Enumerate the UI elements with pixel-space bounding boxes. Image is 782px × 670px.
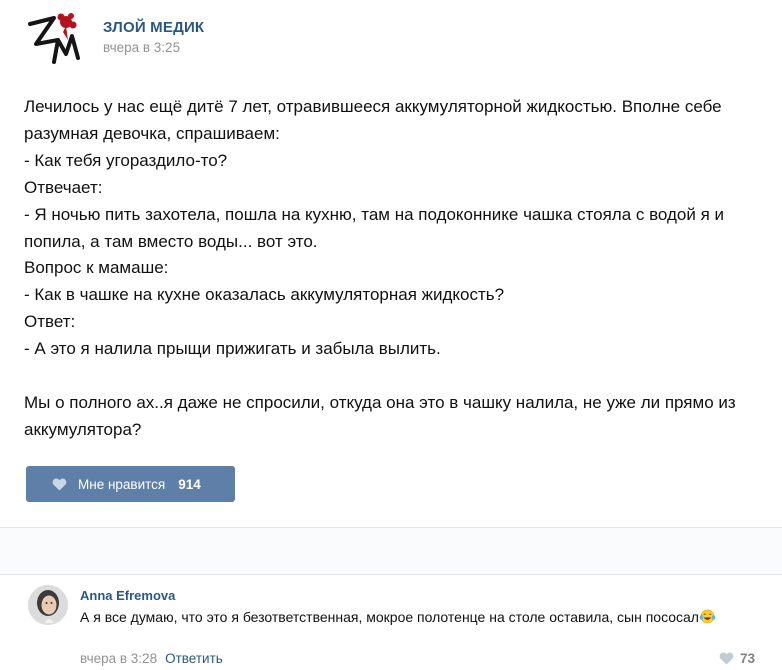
post-timestamp[interactable]: вчера в 3:25	[103, 40, 180, 55]
like-button-label: Мне нравится	[78, 476, 166, 492]
comment-like-count: 73	[739, 651, 755, 666]
like-button[interactable]: Мне нравится 914	[26, 466, 235, 502]
section-gap	[0, 528, 782, 574]
heart-icon	[719, 652, 734, 665]
comment-author-link[interactable]: Anna Efremova	[80, 588, 175, 603]
post-card: ЗЛОЙ МЕДИК вчера в 3:25 Лечилось у нас е…	[0, 0, 782, 527]
comment-text-content: А я все думаю, что это я безответственна…	[80, 609, 699, 625]
comment-like-button[interactable]: 73	[719, 651, 755, 666]
comment-text: А я все думаю, что это я безответственна…	[80, 608, 740, 627]
comment-meta: вчера в 3:28 Ответить	[80, 651, 223, 666]
person-avatar-icon	[28, 585, 68, 625]
comment-item: Anna Efremova А я все думаю, что это я б…	[0, 575, 782, 670]
reply-link[interactable]: Ответить	[165, 651, 223, 666]
avatar[interactable]	[28, 585, 68, 625]
group-logo-icon[interactable]	[24, 10, 84, 66]
comment-timestamp[interactable]: вчера в 3:28	[80, 651, 157, 666]
post-text: Лечилось у нас ещё дитё 7 лет, отравивше…	[24, 97, 736, 439]
heart-icon	[52, 478, 67, 491]
post-author-link[interactable]: ЗЛОЙ МЕДИК	[103, 19, 204, 36]
laughing-tears-emoji-icon	[699, 609, 716, 624]
like-count: 914	[178, 476, 201, 492]
